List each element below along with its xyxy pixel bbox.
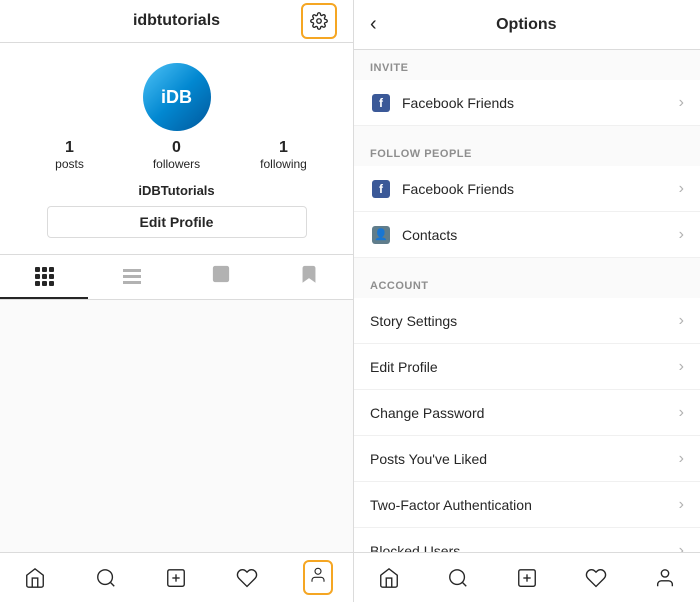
account-section-label: ACCOUNT	[354, 268, 700, 298]
profile-title: idbtutorials	[133, 12, 220, 30]
chevron-icon: ›	[679, 180, 684, 198]
tab-list[interactable]	[88, 255, 176, 299]
follow-section-label: FOLLOW PEOPLE	[354, 136, 700, 166]
followers-label: followers	[153, 157, 200, 171]
back-button[interactable]: ‹	[370, 13, 377, 36]
view-tabs	[0, 254, 353, 300]
bookmark-icon	[299, 264, 319, 289]
options-list: INVITE f Facebook Friends › FOLLOW PEOPL…	[354, 50, 700, 552]
facebook-follow-icon: f	[370, 178, 392, 200]
options-title: Options	[389, 16, 684, 34]
edit-profile-label: Edit Profile	[370, 359, 679, 375]
story-settings-item[interactable]: Story Settings ›	[354, 298, 700, 344]
contacts-label: Contacts	[402, 227, 679, 243]
edit-profile-button[interactable]: Edit Profile	[47, 206, 307, 238]
posts-liked-item[interactable]: Posts You've Liked ›	[354, 436, 700, 482]
follow-facebook-label: Facebook Friends	[402, 181, 679, 197]
invite-facebook-item[interactable]: f Facebook Friends ›	[354, 80, 700, 126]
story-settings-label: Story Settings	[370, 313, 679, 329]
right-nav-add[interactable]	[492, 553, 561, 602]
left-header: idbtutorials	[0, 0, 353, 43]
chevron-icon: ›	[679, 404, 684, 422]
nav-profile[interactable]	[282, 553, 353, 602]
profile-nav-border	[303, 560, 333, 595]
left-panel: idbtutorials iDB 1 posts 0 followers 1 f…	[0, 0, 354, 602]
followers-stat: 0 followers	[123, 139, 230, 171]
empty-grid	[0, 300, 353, 552]
tab-saved[interactable]	[265, 255, 353, 299]
following-label: following	[260, 157, 307, 171]
following-count: 1	[279, 139, 288, 157]
invite-section-label: INVITE	[354, 50, 700, 80]
separator-2	[354, 258, 700, 268]
username-display: iDBTutorials	[138, 183, 214, 198]
following-stat: 1 following	[230, 139, 337, 171]
nav-likes[interactable]	[212, 553, 283, 602]
change-password-label: Change Password	[370, 405, 679, 421]
chevron-icon: ›	[679, 542, 684, 553]
right-panel: ‹ Options INVITE f Facebook Friends › FO…	[354, 0, 700, 602]
profile-section: iDB 1 posts 0 followers 1 following iDBT…	[0, 43, 353, 254]
person-tag-icon	[211, 264, 231, 289]
avatar: iDB	[143, 63, 211, 131]
chevron-icon: ›	[679, 312, 684, 330]
nav-add[interactable]	[141, 553, 212, 602]
chevron-icon: ›	[679, 226, 684, 244]
right-header: ‹ Options	[354, 0, 700, 50]
right-nav-home[interactable]	[354, 553, 423, 602]
list-icon	[123, 269, 141, 284]
nav-search[interactable]	[71, 553, 142, 602]
invite-facebook-label: Facebook Friends	[402, 95, 679, 111]
stats-row: 1 posts 0 followers 1 following	[16, 139, 337, 171]
posts-label: posts	[55, 157, 84, 171]
left-bottom-nav	[0, 552, 353, 602]
right-bottom-nav	[354, 552, 700, 602]
blocked-users-item[interactable]: Blocked Users ›	[354, 528, 700, 552]
posts-count: 1	[65, 139, 74, 157]
facebook-invite-icon: f	[370, 92, 392, 114]
right-nav-likes[interactable]	[562, 553, 631, 602]
edit-profile-item[interactable]: Edit Profile ›	[354, 344, 700, 390]
chevron-icon: ›	[679, 496, 684, 514]
tab-tagged[interactable]	[177, 255, 265, 299]
follow-facebook-item[interactable]: f Facebook Friends ›	[354, 166, 700, 212]
posts-liked-label: Posts You've Liked	[370, 451, 679, 467]
followers-count: 0	[172, 139, 181, 157]
follow-contacts-item[interactable]: 👤 Contacts ›	[354, 212, 700, 258]
grid-icon	[35, 267, 54, 286]
contacts-icon: 👤	[370, 224, 392, 246]
blocked-users-label: Blocked Users	[370, 543, 679, 553]
posts-stat: 1 posts	[16, 139, 123, 171]
separator-1	[354, 126, 700, 136]
settings-button[interactable]	[301, 3, 337, 39]
chevron-icon: ›	[679, 358, 684, 376]
two-factor-label: Two-Factor Authentication	[370, 497, 679, 513]
two-factor-item[interactable]: Two-Factor Authentication ›	[354, 482, 700, 528]
tab-grid[interactable]	[0, 255, 88, 299]
change-password-item[interactable]: Change Password ›	[354, 390, 700, 436]
chevron-icon: ›	[679, 450, 684, 468]
chevron-icon: ›	[679, 94, 684, 112]
right-nav-profile[interactable]	[631, 553, 700, 602]
right-nav-search[interactable]	[423, 553, 492, 602]
nav-home[interactable]	[0, 553, 71, 602]
